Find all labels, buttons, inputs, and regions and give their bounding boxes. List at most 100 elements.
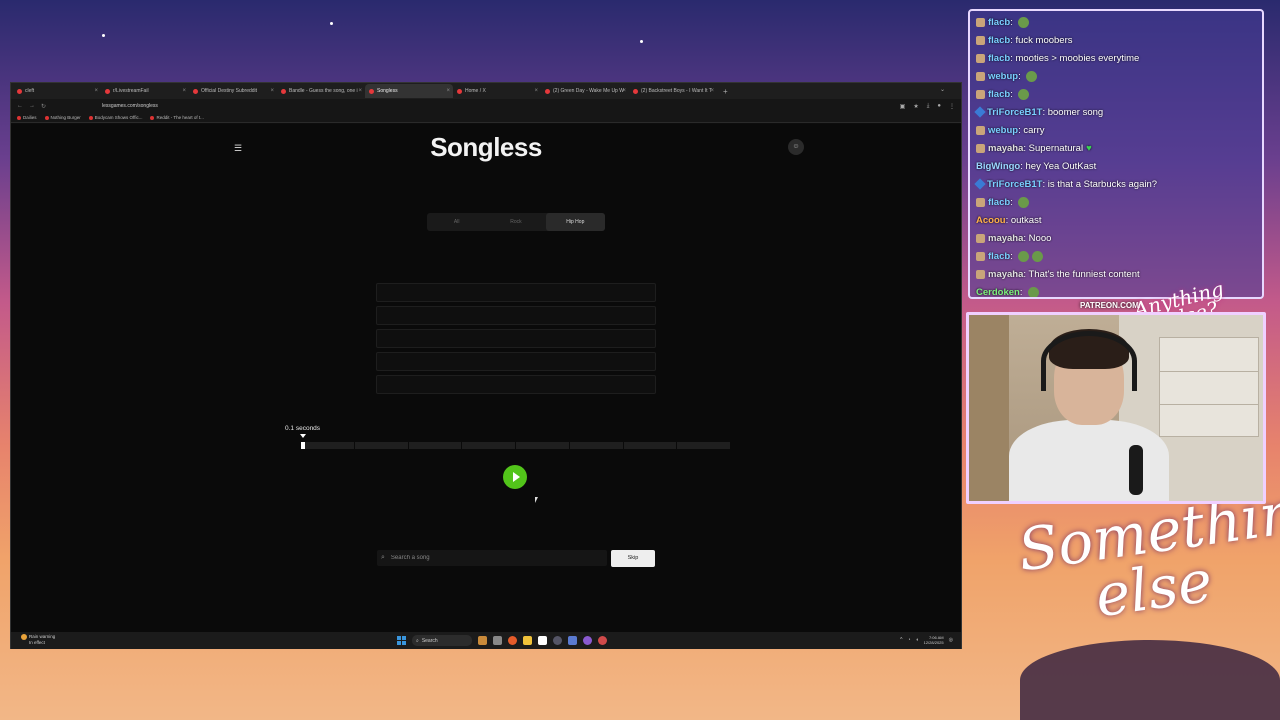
chat-text: mooties > moobies everytime xyxy=(1015,53,1140,64)
chat-badge-icon xyxy=(976,125,985,135)
chat-username[interactable]: TriForceB1T xyxy=(987,107,1042,118)
tab-close-icon[interactable]: × xyxy=(446,88,450,94)
progress-fill xyxy=(301,442,306,449)
browser-window: cleft × r/LivestreamFail × Official Destiny … xyxy=(10,82,962,649)
skip-button[interactable]: Skip xyxy=(611,550,655,567)
chat-username[interactable]: flacb xyxy=(988,197,1010,208)
browser-tab[interactable]: (2) Backstreet Boys - I Want It T × xyxy=(629,84,717,98)
tab-close-icon[interactable]: × xyxy=(182,88,186,94)
guess-slot xyxy=(376,329,656,348)
tab-favicon-icon xyxy=(633,88,638,94)
browser-tab[interactable]: Songless × xyxy=(365,84,453,98)
forward-icon[interactable]: → xyxy=(29,103,35,109)
browser-tab[interactable]: Bandle - Guess the song, one i × xyxy=(277,84,365,98)
chat-username[interactable]: flacb xyxy=(988,17,1010,28)
bookmark-item[interactable]: Dailies xyxy=(17,115,37,120)
tab-label: Songless xyxy=(377,88,398,94)
tray-chevron-icon[interactable]: ^ xyxy=(900,637,902,643)
tab-close-icon[interactable]: × xyxy=(622,88,626,94)
chat-username[interactable]: Cerdoken xyxy=(976,287,1020,297)
volume-icon[interactable]: ◖ xyxy=(916,637,919,643)
page-title: Songless xyxy=(430,132,542,162)
taskbar-app-icon[interactable] xyxy=(553,636,562,645)
chat-text: outkast xyxy=(1010,215,1042,226)
chat-text: Nooo xyxy=(1028,233,1052,244)
playhead-marker xyxy=(300,434,306,438)
tab-favicon-icon xyxy=(281,88,286,94)
star-decoration xyxy=(640,40,643,43)
chat-username[interactable]: webup xyxy=(988,125,1018,136)
reload-icon[interactable]: ↻ xyxy=(41,103,46,110)
chat-emote-icon xyxy=(1032,250,1044,262)
chat-message: webup: carry xyxy=(976,122,1256,140)
chat-username[interactable]: webup xyxy=(988,71,1018,82)
bookmark-item[interactable]: Bodycam Shows Offic... xyxy=(88,115,142,120)
chat-message: BigWingo: hey Yea OutKast xyxy=(976,161,1097,172)
menu-icon[interactable]: ⋮ xyxy=(949,103,955,110)
browser-tab[interactable]: r/LivestreamFail × xyxy=(101,84,189,98)
notification-icon[interactable]: ◎ xyxy=(949,637,953,643)
taskbar-app-icon[interactable] xyxy=(538,636,547,645)
play-button[interactable] xyxy=(503,465,527,489)
tab-list-chevron-icon[interactable]: ⌄ xyxy=(940,86,945,93)
taskbar-app-icon[interactable] xyxy=(493,636,502,645)
file-explorer-icon[interactable] xyxy=(523,636,532,645)
chat-username[interactable]: flacb xyxy=(988,251,1010,262)
song-search-input[interactable] xyxy=(390,555,571,561)
taskbar-app-icon[interactable] xyxy=(478,636,487,645)
account-icon[interactable]: ☺ xyxy=(788,139,804,155)
track-segment xyxy=(624,442,678,449)
browser-tab[interactable]: Home / X × xyxy=(453,84,541,98)
taskbar-app-icon[interactable] xyxy=(598,636,607,645)
webcam-feed xyxy=(966,312,1266,504)
weather-widget[interactable]: Rain warning In effect xyxy=(21,634,55,645)
mouse-cursor xyxy=(535,497,538,503)
tab-close-icon[interactable]: × xyxy=(534,88,538,94)
guess-slot xyxy=(376,375,656,394)
steam-icon[interactable] xyxy=(568,636,577,645)
chat-username[interactable]: mayaha xyxy=(988,233,1023,244)
tab-close-icon[interactable]: × xyxy=(358,88,362,94)
profile-icon[interactable]: ● xyxy=(937,103,941,110)
clock[interactable]: 7:06 AM 12/28/2025 xyxy=(924,635,944,645)
taskbar-search[interactable]: ⌕ Search xyxy=(412,635,472,646)
taskbar-app-icon[interactable] xyxy=(583,636,592,645)
bookmark-item[interactable]: Reddit - The heart of t... xyxy=(150,115,204,120)
bookmark-star-icon[interactable]: ★ xyxy=(913,103,918,110)
chat-username[interactable]: mayaha xyxy=(988,269,1023,280)
guess-list xyxy=(376,283,656,398)
chat-username[interactable]: flacb xyxy=(988,35,1010,46)
tab-close-icon[interactable]: × xyxy=(94,88,98,94)
windows-start-icon[interactable] xyxy=(397,636,406,645)
chat-badge-icon xyxy=(976,17,985,27)
browser-tab[interactable]: cleft × xyxy=(13,84,101,98)
song-search: ⌕ xyxy=(377,550,607,566)
bookmark-item[interactable]: Nothing Burger xyxy=(44,115,81,120)
chat-username[interactable]: BigWingo xyxy=(976,161,1020,172)
chat-emote-icon xyxy=(1018,250,1030,262)
browser-tab[interactable]: Official Destiny Subreddit × xyxy=(189,84,277,98)
tab-label: Bandle - Guess the song, one i xyxy=(289,88,358,94)
chat-badge-icon xyxy=(976,251,985,261)
genre-tab[interactable]: All xyxy=(427,213,486,231)
genre-tab[interactable]: Rock xyxy=(486,213,545,231)
url-field[interactable]: lessgames.com/songless xyxy=(102,103,158,109)
download-icon[interactable]: ⤓ xyxy=(927,103,930,110)
extensions-icon[interactable]: ▣ xyxy=(900,103,906,110)
tab-close-icon[interactable]: × xyxy=(270,88,274,94)
chat-username[interactable]: Acoou xyxy=(976,215,1006,226)
network-icon[interactable]: ◔ xyxy=(908,637,911,643)
chat-username[interactable]: flacb xyxy=(988,53,1010,64)
genre-tab[interactable]: Hip Hop xyxy=(545,213,605,231)
track-segment xyxy=(409,442,463,449)
browser-tab[interactable]: (2) Green Day - Wake Me Up W × xyxy=(541,84,629,98)
address-bar: ← → ↻ lessgames.com/songless ▣ ★ ⤓ ● ⋮ xyxy=(11,99,961,113)
tab-close-icon[interactable]: × xyxy=(710,88,714,94)
back-icon[interactable]: ← xyxy=(17,103,23,109)
chat-username[interactable]: mayaha xyxy=(988,143,1023,154)
guess-slot xyxy=(376,306,656,325)
chat-username[interactable]: flacb xyxy=(988,89,1010,100)
chat-username[interactable]: TriForceB1T xyxy=(987,179,1042,190)
new-tab-button[interactable]: + xyxy=(717,87,734,96)
browser-app-icon[interactable] xyxy=(508,636,517,645)
